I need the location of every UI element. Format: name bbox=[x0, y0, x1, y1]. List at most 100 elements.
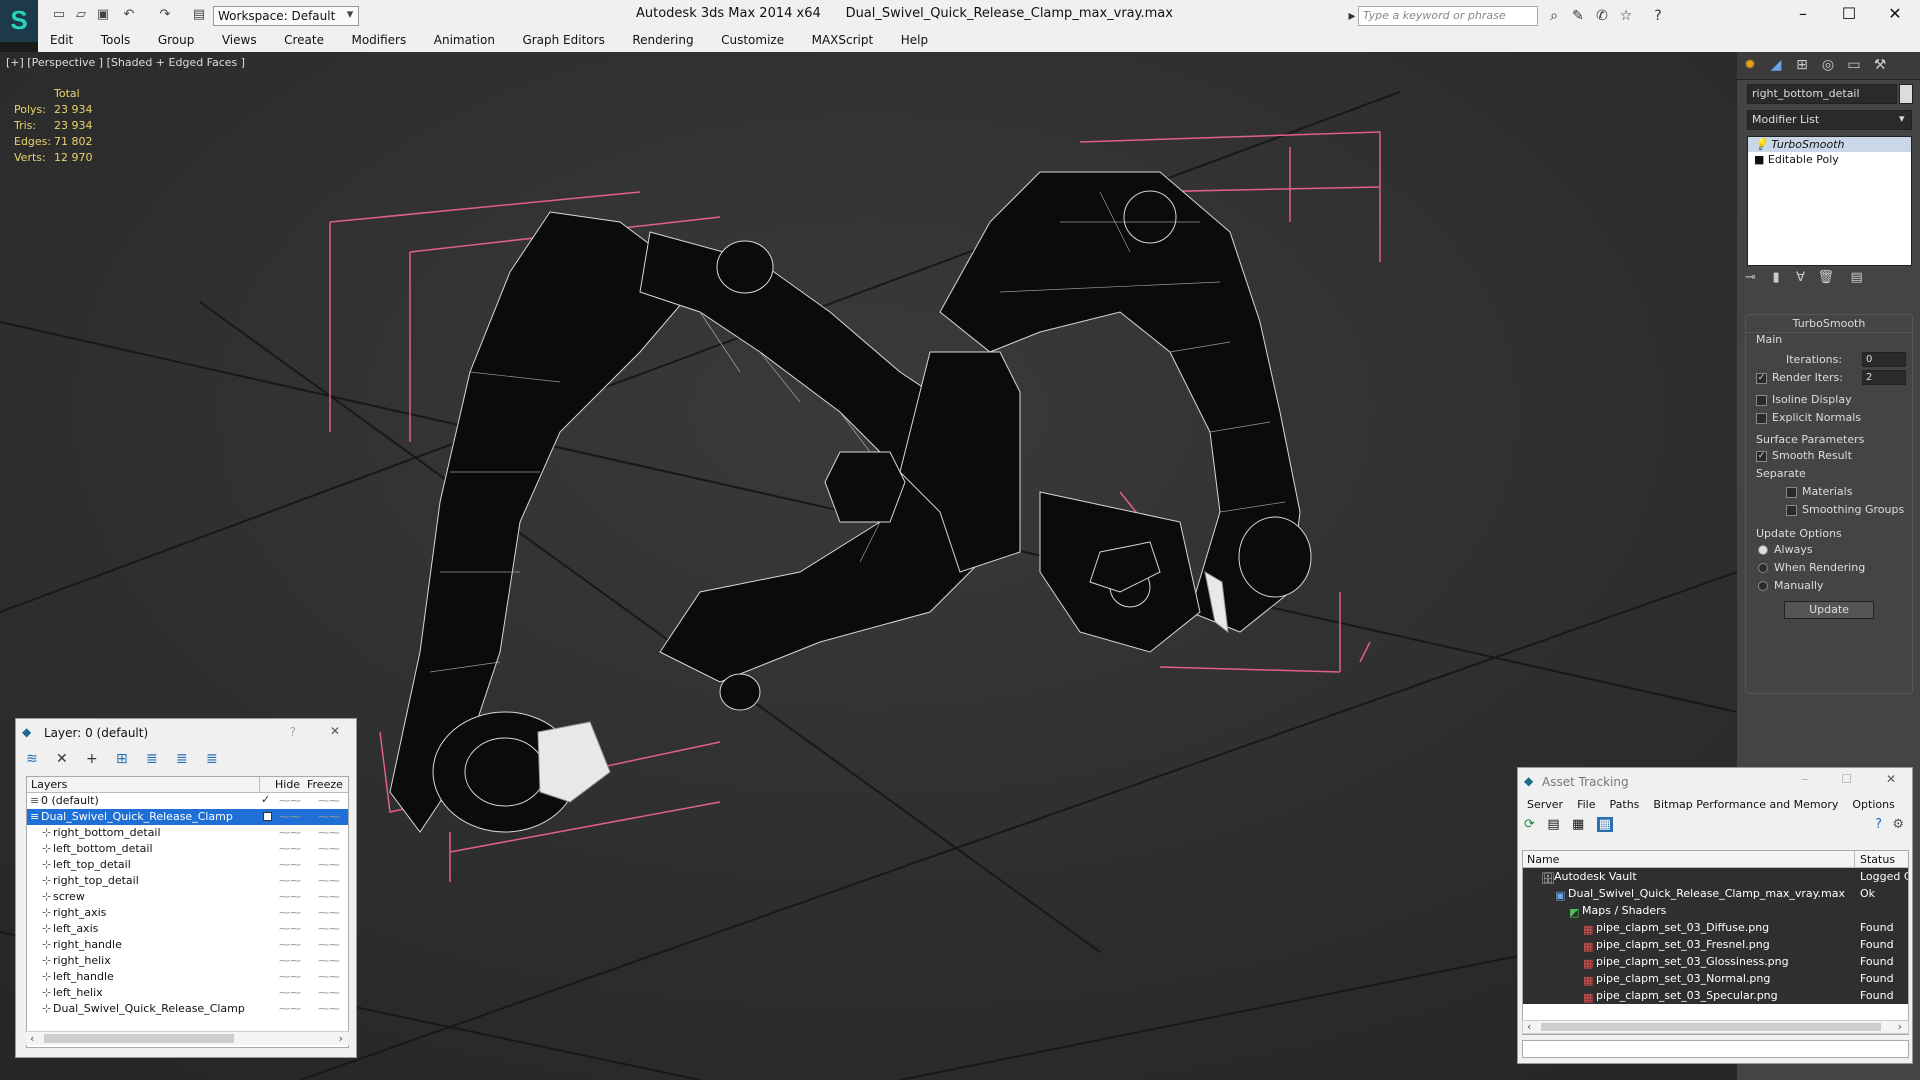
menu-maxscript[interactable]: MAXScript bbox=[800, 30, 886, 50]
chevron-down-icon[interactable]: ▾ bbox=[1899, 112, 1905, 125]
modifier-list-dropdown[interactable]: Modifier List bbox=[1747, 110, 1912, 130]
smoothing-groups-checkbox[interactable] bbox=[1786, 504, 1797, 516]
asset-row[interactable]: ▦ pipe_clapm_set_03_Glossiness.png Found bbox=[1523, 953, 1908, 970]
list-view-icon[interactable]: ▤ bbox=[1547, 817, 1559, 832]
scroll-left-icon[interactable]: ‹ bbox=[1527, 1020, 1531, 1033]
stack-item-turbosmooth[interactable]: 💡 TurboSmooth bbox=[1748, 137, 1911, 152]
delete-layer-icon[interactable]: ✕ bbox=[56, 751, 86, 767]
asset-menu-options[interactable]: Options bbox=[1845, 796, 1901, 813]
close-button[interactable]: ✕ bbox=[1872, 0, 1918, 30]
layer-row[interactable]: left_bottom_detail ⁓⁓ ⁓⁓ ⊹ bbox=[27, 841, 348, 857]
menu-views[interactable]: Views bbox=[210, 30, 269, 50]
freeze-toggle[interactable]: ⁓⁓ bbox=[318, 890, 340, 903]
layer-row[interactable]: Dual_Swivel_Quick_Release_Clamp ⁓⁓ ⁓⁓ ≡ bbox=[27, 809, 348, 825]
asset-menu-server[interactable]: Server bbox=[1520, 796, 1570, 813]
hide-all-icon[interactable]: ≣ bbox=[176, 751, 206, 767]
isoline-checkbox[interactable] bbox=[1756, 394, 1767, 406]
asset-menu-file[interactable]: File bbox=[1570, 796, 1602, 813]
select-objects-icon[interactable]: ⊞ bbox=[116, 751, 146, 767]
asset-row[interactable]: ◩ Maps / Shaders bbox=[1523, 902, 1908, 919]
asset-row[interactable]: ▦ pipe_clapm_set_03_Specular.png Found bbox=[1523, 987, 1908, 1004]
display-tab-icon[interactable]: ▭ bbox=[1841, 52, 1867, 78]
freeze-all-icon[interactable]: ≣ bbox=[206, 751, 236, 767]
always-radio[interactable] bbox=[1758, 545, 1768, 555]
freeze-toggle[interactable]: ⁓⁓ bbox=[318, 858, 340, 871]
asset-window-header[interactable]: ◆ Asset Tracking – ☐ ✕ bbox=[1518, 768, 1912, 796]
open-file-icon[interactable]: ▱ bbox=[72, 6, 90, 24]
app-logo[interactable]: S bbox=[0, 0, 38, 42]
layer-row[interactable]: 0 (default) ⁓⁓ ⁓⁓ ≡ ✓ bbox=[27, 793, 348, 809]
maximize-button[interactable]: ☐ bbox=[1826, 0, 1872, 30]
hide-toggle[interactable]: ⁓⁓ bbox=[279, 842, 301, 855]
hide-toggle[interactable]: ⁓⁓ bbox=[279, 874, 301, 887]
make-unique-icon[interactable]: ∀ bbox=[1796, 270, 1805, 285]
object-name-field[interactable]: right_bottom_detail bbox=[1747, 84, 1897, 104]
freeze-toggle[interactable]: ⁓⁓ bbox=[318, 906, 340, 919]
stack-item-editable-poly[interactable]: ■ Editable Poly bbox=[1748, 152, 1911, 167]
asset-list[interactable]: Name Status 🗄Autodesk Vault Logged C ▣ Dual… bbox=[1522, 850, 1909, 1035]
layers-icon[interactable]: ≋ bbox=[26, 751, 56, 767]
new-file-icon[interactable]: ▭ bbox=[50, 6, 68, 24]
when-rendering-radio[interactable] bbox=[1758, 563, 1768, 573]
minimize-button[interactable]: – bbox=[1780, 0, 1826, 30]
layer-row[interactable]: right_axis ⁓⁓ ⁓⁓ ⊹ bbox=[27, 905, 348, 921]
layer-row[interactable]: screw ⁓⁓ ⁓⁓ ⊹ bbox=[27, 889, 348, 905]
asset-row[interactable]: ▦ pipe_clapm_set_03_Normal.png Found bbox=[1523, 970, 1908, 987]
minimize-icon[interactable]: – bbox=[1802, 772, 1808, 786]
remove-modifier-icon[interactable]: 🗑 bbox=[1817, 270, 1834, 285]
freeze-toggle[interactable]: ⁓⁓ bbox=[318, 986, 340, 999]
smooth-result-checkbox[interactable]: ✓ bbox=[1756, 450, 1767, 462]
asset-scrollbar[interactable]: ‹ › bbox=[1522, 1020, 1909, 1034]
hide-toggle[interactable]: ⁓⁓ bbox=[279, 826, 301, 839]
hierarchy-tab-icon[interactable]: ⊞ bbox=[1789, 52, 1815, 78]
hide-toggle[interactable]: ⁓⁓ bbox=[279, 970, 301, 983]
layer-window-header[interactable]: ◆ Layer: 0 (default) ? ✕ bbox=[16, 719, 356, 749]
layer-row[interactable]: Dual_Swivel_Quick_Release_Clamp ⁓⁓ ⁓⁓ ⊹ bbox=[27, 1001, 348, 1017]
hide-toggle[interactable]: ⁓⁓ bbox=[279, 810, 301, 823]
subscription-icon[interactable]: ✎ bbox=[1568, 6, 1588, 26]
create-tab-icon[interactable]: ✹ bbox=[1737, 52, 1763, 78]
asset-row[interactable]: 🗄Autodesk Vault Logged C bbox=[1523, 868, 1908, 885]
freeze-toggle[interactable]: ⁓⁓ bbox=[318, 810, 340, 823]
help-icon[interactable]: ? bbox=[290, 725, 296, 739]
freeze-toggle[interactable]: ⁓⁓ bbox=[318, 954, 340, 967]
binoculars-icon[interactable]: ⌕ bbox=[1544, 6, 1564, 26]
hide-toggle[interactable]: ⁓⁓ bbox=[279, 938, 301, 951]
freeze-toggle[interactable]: ⁓⁓ bbox=[318, 1002, 340, 1015]
motion-tab-icon[interactable]: ◎ bbox=[1815, 52, 1841, 78]
manually-radio[interactable] bbox=[1758, 581, 1768, 591]
freeze-toggle[interactable]: ⁓⁓ bbox=[318, 922, 340, 935]
hide-toggle[interactable]: ⁓⁓ bbox=[279, 858, 301, 871]
modify-tab-icon[interactable]: ◢ bbox=[1763, 52, 1789, 78]
layer-row[interactable]: left_helix ⁓⁓ ⁓⁓ ⊹ bbox=[27, 985, 348, 1001]
close-icon[interactable]: ✕ bbox=[330, 724, 340, 738]
freeze-toggle[interactable]: ⁓⁓ bbox=[318, 842, 340, 855]
active-layer-check-icon[interactable]: ✓ bbox=[261, 793, 270, 806]
save-file-icon[interactable]: ▣ bbox=[94, 6, 112, 24]
modifier-stack[interactable]: 💡 TurboSmooth ■ Editable Poly bbox=[1747, 136, 1912, 266]
utilities-tab-icon[interactable]: ⚒ bbox=[1867, 52, 1893, 78]
menu-edit[interactable]: Edit bbox=[38, 30, 85, 50]
hide-toggle[interactable]: ⁓⁓ bbox=[279, 954, 301, 967]
configure-sets-icon[interactable]: ▤ bbox=[1850, 270, 1862, 285]
col-name[interactable]: Name bbox=[1527, 853, 1559, 866]
update-button[interactable]: Update bbox=[1784, 601, 1874, 619]
maximize-icon[interactable]: ☐ bbox=[1841, 772, 1852, 786]
layer-row[interactable]: left_axis ⁓⁓ ⁓⁓ ⊹ bbox=[27, 921, 348, 937]
favorites-star-icon[interactable]: ☆ bbox=[1616, 6, 1636, 26]
menu-group[interactable]: Group bbox=[146, 30, 207, 50]
menu-customize[interactable]: Customize bbox=[709, 30, 796, 50]
asset-row[interactable]: ▦ pipe_clapm_set_03_Fresnel.png Found bbox=[1523, 936, 1908, 953]
rollout-title[interactable]: TurboSmooth bbox=[1746, 315, 1912, 333]
freeze-toggle[interactable]: ⁓⁓ bbox=[318, 970, 340, 983]
col-layers[interactable]: Layers bbox=[31, 778, 67, 791]
hide-toggle[interactable]: ⁓⁓ bbox=[279, 794, 301, 807]
layer-list[interactable]: Layers Hide Freeze 0 (default) ⁓⁓ ⁓⁓ ≡ ✓ Dual… bbox=[26, 776, 349, 1048]
freeze-toggle[interactable]: ⁓⁓ bbox=[318, 826, 340, 839]
help-icon[interactable]: ? bbox=[1648, 6, 1668, 26]
scroll-left-icon[interactable]: ‹ bbox=[30, 1032, 34, 1045]
pin-stack-icon[interactable]: ⊸ bbox=[1745, 270, 1756, 285]
menu-graph-editors[interactable]: Graph Editors bbox=[510, 30, 616, 50]
menu-animation[interactable]: Animation bbox=[422, 30, 507, 50]
chevron-down-icon[interactable]: ▾ bbox=[341, 6, 359, 24]
